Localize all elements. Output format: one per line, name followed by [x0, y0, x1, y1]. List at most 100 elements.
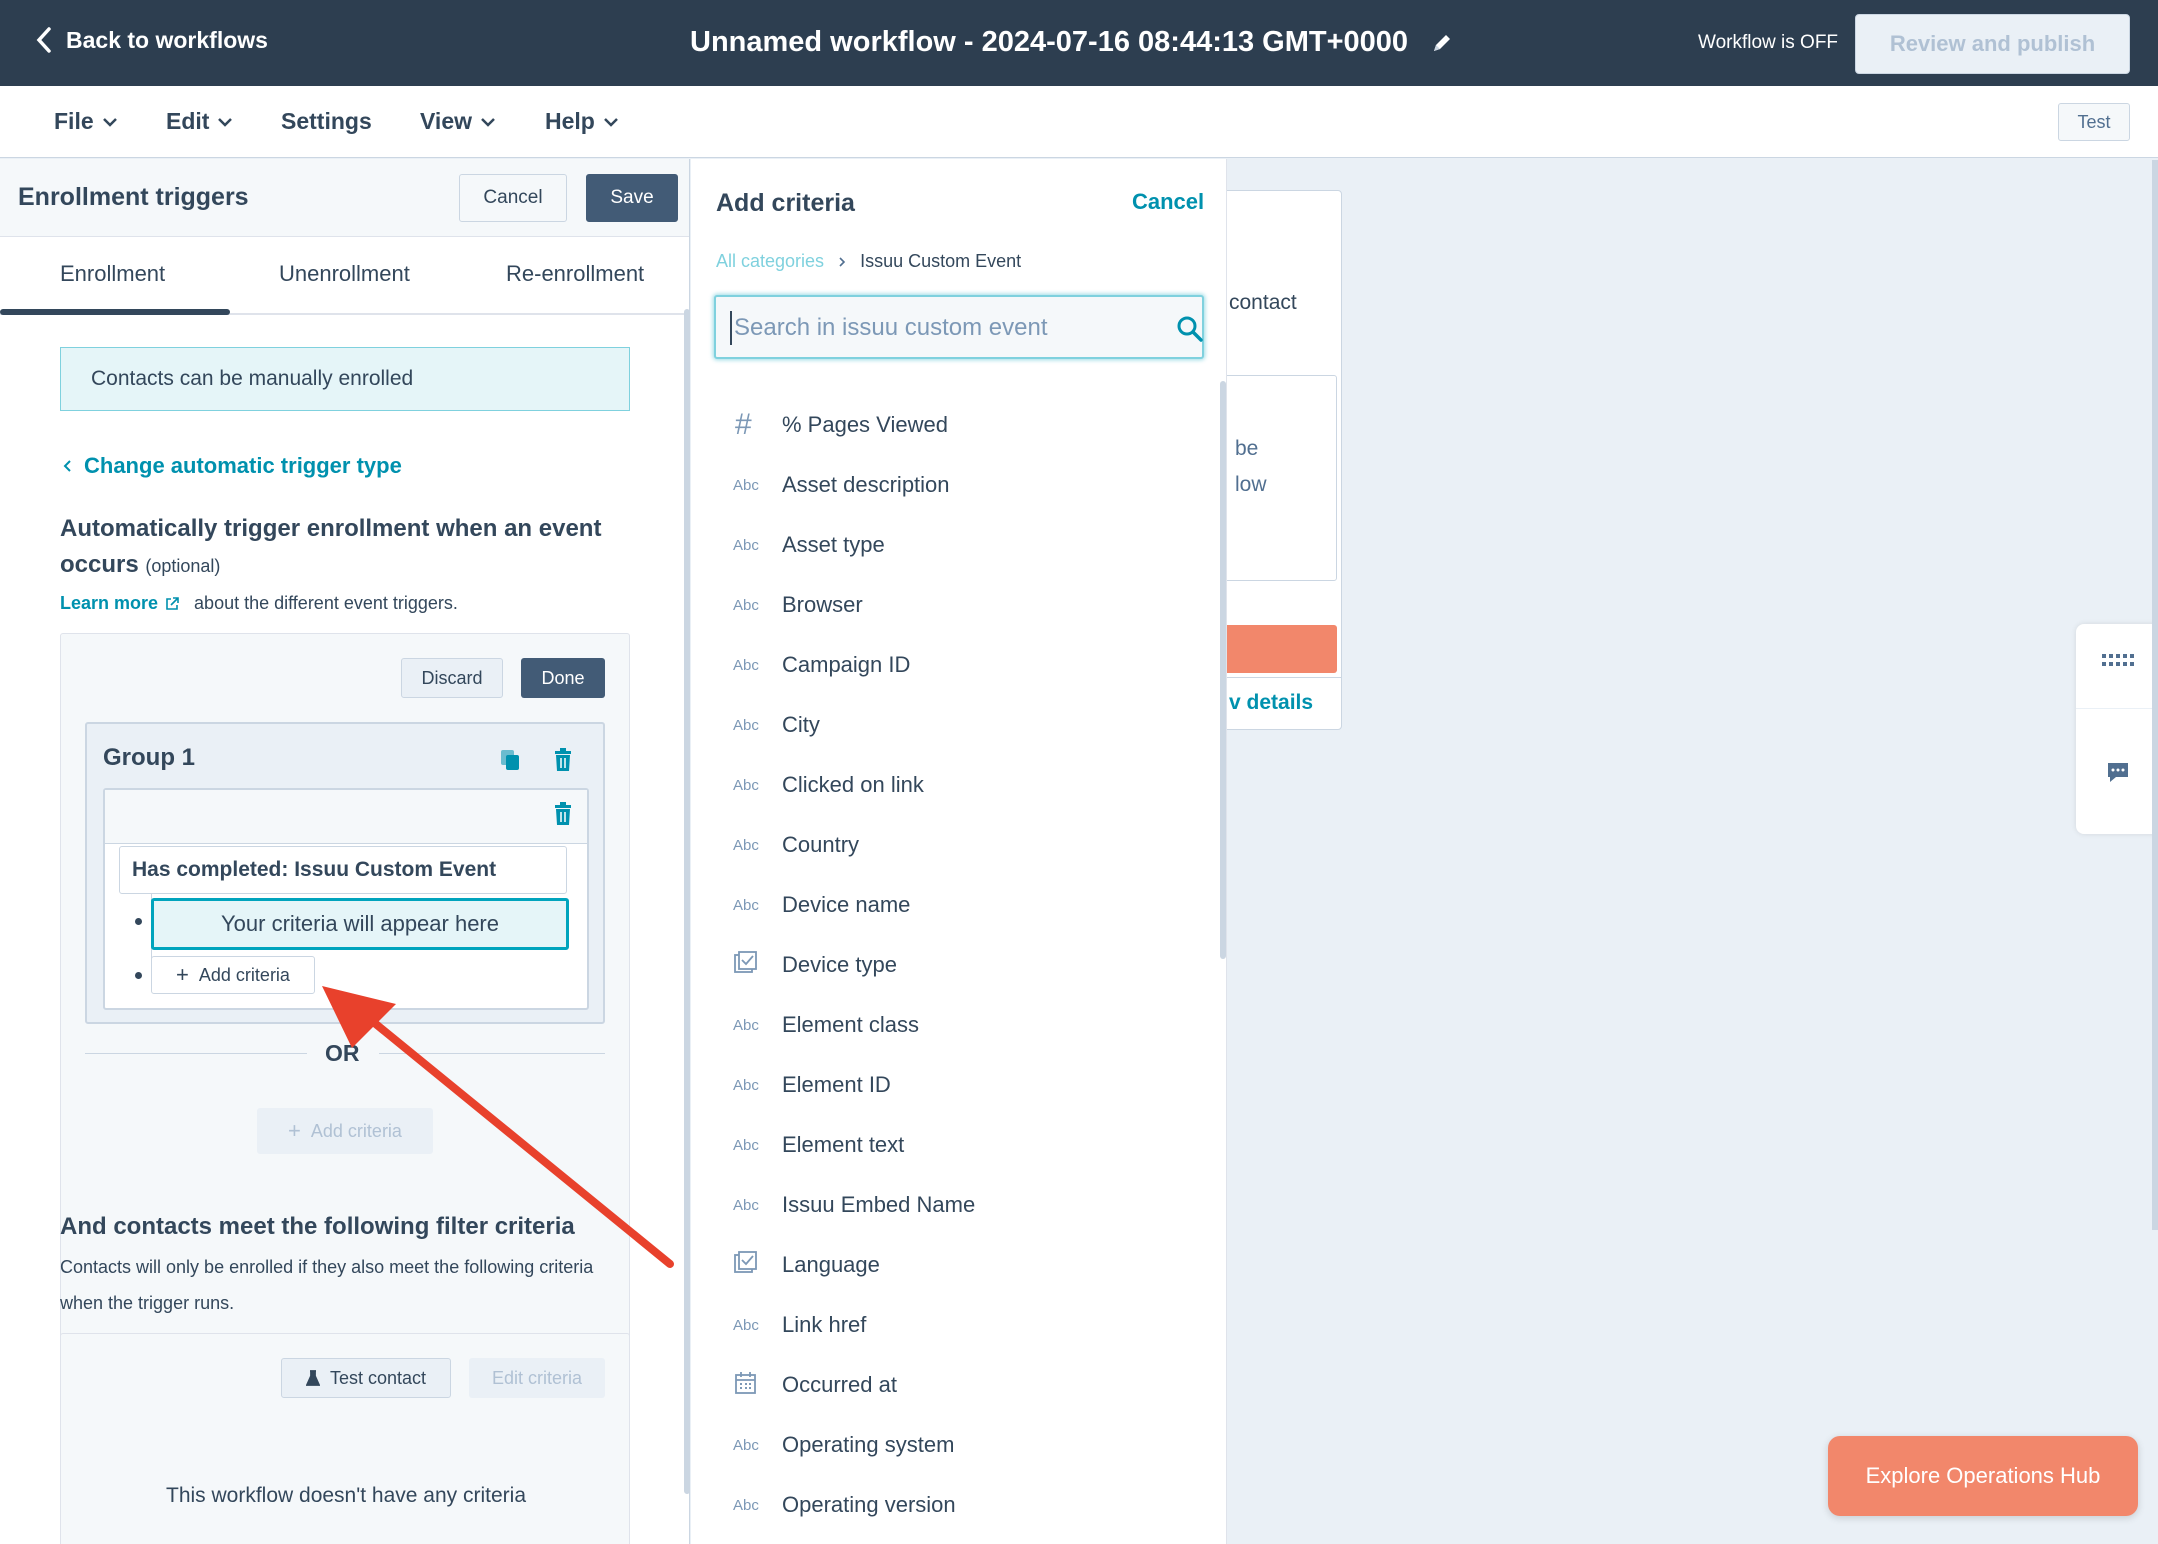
property-option[interactable]: Abc Operating version	[691, 1475, 1211, 1535]
apps-grid-icon[interactable]	[2102, 654, 2134, 668]
text-type-icon: Abc	[733, 596, 759, 614]
text-type-icon: Abc	[733, 836, 759, 854]
property-option[interactable]: Abc Browser	[691, 575, 1211, 635]
property-option[interactable]: Abc Element class	[691, 995, 1211, 1055]
enrollment-triggers-panel: Enrollment triggers Cancel Save Enrollme…	[0, 159, 690, 1544]
event-condition[interactable]: Has completed: Issuu Custom Event	[119, 846, 567, 894]
property-label: Asset type	[782, 532, 885, 557]
learn-more-link[interactable]: Learn more	[60, 593, 180, 614]
property-option[interactable]: Abc Link href	[691, 1295, 1211, 1355]
or-separator: OR	[85, 1034, 605, 1074]
property-option[interactable]: Abc Asset type	[691, 515, 1211, 575]
add-criteria-label: Add criteria	[198, 964, 290, 985]
calendar-icon	[733, 1370, 773, 1400]
panel-scrollbar[interactable]	[684, 309, 689, 1494]
text-type-icon: Abc	[733, 1076, 759, 1094]
explore-operations-hub-button[interactable]: Explore Operations Hub	[1828, 1436, 2138, 1516]
property-option[interactable]: Abc Element text	[691, 1115, 1211, 1175]
menu-file-label: File	[54, 108, 94, 134]
external-link-icon	[166, 596, 179, 610]
done-button[interactable]: Done	[521, 658, 605, 698]
tab-enrollment[interactable]: Enrollment	[60, 261, 165, 287]
auto-trigger-heading-text: Automatically trigger enrollment when an…	[60, 515, 602, 578]
search-box	[714, 295, 1204, 359]
property-label: Browser	[782, 592, 863, 617]
canvas-card-line-2: low	[1235, 473, 1267, 496]
tab-unenrollment[interactable]: Unenrollment	[279, 261, 410, 287]
text-type-icon: Abc	[733, 536, 759, 554]
learn-more-suffix: about the different event triggers.	[194, 593, 458, 613]
pencil-icon[interactable]	[1430, 31, 1454, 55]
page-scrollbar[interactable]	[2152, 160, 2158, 1230]
text-type-icon: Abc	[733, 656, 759, 674]
property-option[interactable]: Abc Device name	[691, 875, 1211, 935]
property-label: Country	[782, 832, 860, 857]
list-scrollbar[interactable]	[1220, 381, 1226, 959]
add-criteria-button[interactable]: + Add criteria	[151, 956, 315, 994]
property-label: Operating version	[782, 1492, 956, 1517]
property-option[interactable]: Abc City	[691, 695, 1211, 755]
search-input[interactable]	[730, 311, 1150, 345]
property-option[interactable]: Abc Campaign ID	[691, 635, 1211, 695]
property-option[interactable]: Abc Operating system	[691, 1415, 1211, 1475]
trash-icon[interactable]	[553, 748, 573, 772]
menu-view-label: View	[420, 108, 472, 134]
text-type-icon: Abc	[733, 1196, 759, 1214]
test-contact-button[interactable]: Test contact	[281, 1358, 451, 1398]
tab-re-enrollment[interactable]: Re-enrollment	[506, 261, 644, 287]
save-button[interactable]: Save	[586, 174, 678, 222]
menu-file[interactable]: File	[54, 108, 118, 135]
add-group-criteria-button[interactable]: + Add criteria	[257, 1108, 433, 1154]
property-option[interactable]: Abc Element ID	[691, 1055, 1211, 1115]
learn-more-line: Learn more about the different event tri…	[60, 593, 458, 614]
property-option[interactable]: # % Pages Viewed	[691, 395, 1211, 455]
breadcrumb-all-categories[interactable]: All categories	[716, 251, 824, 272]
search-icon[interactable]	[1176, 315, 1204, 343]
text-type-icon: Abc	[733, 776, 759, 794]
active-tab-indicator	[0, 309, 230, 315]
plus-icon: +	[176, 962, 189, 987]
property-option[interactable]: Abc Asset description	[691, 455, 1211, 515]
clone-icon[interactable]	[499, 748, 521, 772]
property-option[interactable]: Abc Issuu Embed Name	[691, 1175, 1211, 1235]
property-option[interactable]: Language	[691, 1235, 1211, 1295]
property-option[interactable]: Device type	[691, 935, 1211, 995]
menu-help[interactable]: Help	[545, 108, 619, 135]
chat-icon[interactable]	[2106, 760, 2130, 784]
number-type-icon: #	[735, 408, 752, 441]
discard-button[interactable]: Discard	[401, 658, 503, 698]
property-option[interactable]: Occurred at	[691, 1355, 1211, 1415]
property-label: Occurred at	[782, 1372, 897, 1397]
enrollment-tabs: Enrollment Unenrollment Re-enrollment	[0, 237, 689, 315]
panel-header: Enrollment triggers Cancel Save	[0, 159, 689, 237]
chevron-right-icon	[839, 256, 846, 267]
menu-view[interactable]: View	[420, 108, 496, 135]
menu-settings[interactable]: Settings	[281, 108, 372, 135]
property-label: Element ID	[782, 1072, 891, 1097]
property-label: Operating system	[782, 1432, 955, 1457]
workflow-title[interactable]: Unnamed workflow - 2024-07-16 08:44:13 G…	[690, 26, 1454, 59]
property-option[interactable]: Abc Country	[691, 815, 1211, 875]
chevron-left-icon	[63, 460, 71, 472]
canvas-card-text-2: be low	[1235, 431, 1267, 503]
cancel-button[interactable]: Cancel	[459, 174, 567, 222]
divider	[85, 1053, 307, 1054]
chevron-left-icon	[36, 27, 51, 53]
trash-icon[interactable]	[553, 802, 573, 826]
filter-criteria-description: Contacts will only be enrolled if they a…	[60, 1257, 594, 1313]
manual-enroll-info: Contacts can be manually enrolled	[60, 347, 630, 411]
property-option[interactable]: Abc Clicked on link	[691, 755, 1211, 815]
view-details-link[interactable]: v details	[1229, 691, 1313, 715]
property-label: Clicked on link	[782, 772, 924, 797]
back-to-workflows-link[interactable]: Back to workflows	[34, 26, 268, 54]
menu-edit[interactable]: Edit	[166, 108, 233, 135]
edit-criteria-button[interactable]: Edit criteria	[469, 1358, 605, 1398]
or-label: OR	[325, 1040, 360, 1066]
test-button[interactable]: Test	[2058, 103, 2130, 141]
cancel-link[interactable]: Cancel	[1132, 189, 1204, 215]
add-criteria-label: Add criteria	[310, 1120, 402, 1141]
divider	[2076, 708, 2158, 709]
review-and-publish-button[interactable]: Review and publish	[1855, 14, 2130, 74]
change-trigger-type-link[interactable]: Change automatic trigger type	[62, 453, 402, 479]
canvas-card-text: contact	[1229, 291, 1297, 314]
